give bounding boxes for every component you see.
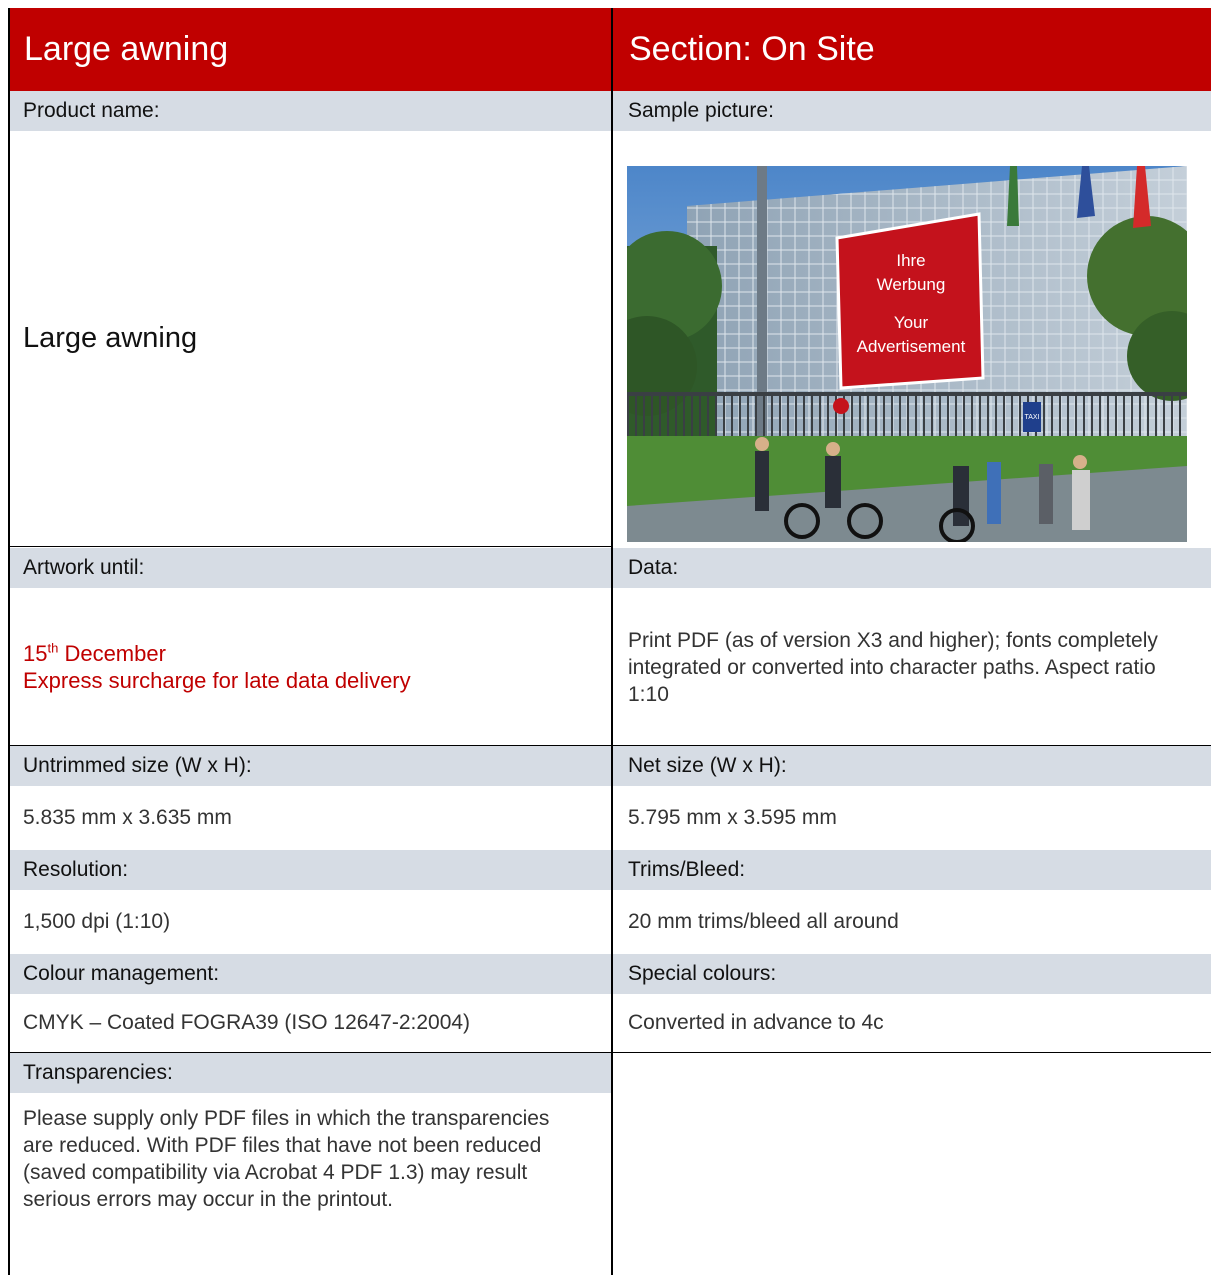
artwork-until-value: 15th December Express surcharge for late… [8, 588, 611, 746]
artwork-day-suffix: th [47, 640, 59, 656]
net-size-label: Net size (W x H): [613, 746, 1211, 786]
transparencies-value: Please supply only PDF files in which th… [8, 1105, 568, 1275]
sample-picture: Ihre Werbung Your Advertisement TAXI [597, 166, 1211, 544]
transparencies-value-text: Please supply only PDF files in which th… [23, 1107, 550, 1211]
product-name-value: Large awning [23, 322, 198, 354]
net-size-value: 5.795 mm x 3.595 mm [628, 806, 837, 829]
header-left-title: Large awning [8, 8, 611, 91]
untrimmed-size-label: Untrimmed size (W x H): [8, 746, 611, 786]
resolution-label: Resolution: [8, 850, 611, 890]
trims-bleed-value: 20 mm trims/bleed all around [628, 910, 899, 933]
special-colours-value: Converted in advance to 4c [628, 1011, 884, 1034]
svg-text:TAXI: TAXI [1024, 414, 1039, 421]
row-divider [8, 1052, 1211, 1053]
svg-text:Ihre: Ihre [896, 251, 925, 270]
untrimmed-size-value: 5.835 mm x 3.635 mm [23, 806, 232, 829]
svg-text:Advertisement: Advertisement [857, 337, 966, 356]
colour-management-value: CMYK – Coated FOGRA39 (ISO 12647-2:2004) [23, 1011, 471, 1034]
row-divider [8, 745, 1211, 746]
artwork-until-label: Artwork until: [8, 548, 611, 588]
row-divider [8, 546, 613, 547]
colour-management-label: Colour management: [8, 954, 611, 994]
header-right-title: Section: On Site [613, 8, 1211, 91]
artwork-month: December [58, 641, 166, 666]
svg-text:Werbung: Werbung [877, 275, 946, 294]
resolution-value: 1,500 dpi (1:10) [23, 910, 171, 933]
trims-bleed-label: Trims/Bleed: [613, 850, 1211, 890]
transparencies-label: Transparencies: [8, 1053, 611, 1093]
data-value: Print PDF (as of version X3 and higher);… [613, 588, 1173, 746]
artwork-day: 15 [23, 641, 48, 666]
data-value-text: Print PDF (as of version X3 and higher);… [628, 628, 1158, 706]
table-left-border [8, 8, 10, 1275]
table-column-divider [611, 8, 613, 1275]
special-colours-label: Special colours: [613, 954, 1211, 994]
sample-picture-label: Sample picture: [613, 91, 1211, 131]
advertisement-banner: Ihre Werbung Your Advertisement [835, 212, 985, 390]
data-label: Data: [613, 548, 1211, 588]
product-name-label: Product name: [8, 91, 611, 131]
artwork-note: Express surcharge for late data delivery [23, 668, 411, 693]
svg-text:Your: Your [894, 313, 929, 332]
